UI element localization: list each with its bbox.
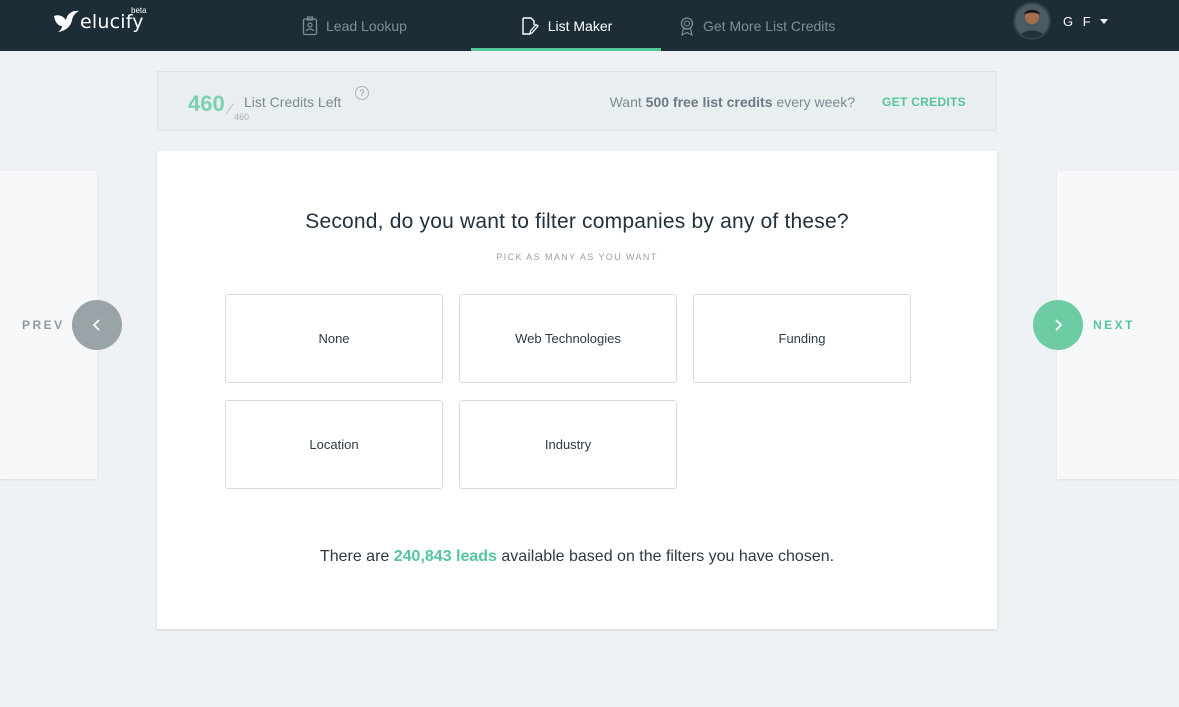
nav-list-maker[interactable]: List Maker (471, 0, 661, 51)
filter-option-industry[interactable]: Industry (459, 400, 677, 489)
active-tab-indicator (471, 48, 661, 51)
beta-badge: beta (131, 6, 147, 15)
promo-highlight: 500 free list credits (645, 94, 773, 110)
nav-lead-lookup-label: Lead Lookup (326, 17, 407, 34)
question-title: Second, do you want to filter companies … (305, 210, 849, 233)
badge-icon (302, 15, 318, 36)
get-credits-link[interactable]: GET CREDITS (882, 95, 966, 109)
next-label[interactable]: NEXT (1093, 318, 1135, 332)
top-nav: elucify beta Lead Lookup List Maker Get … (0, 0, 1179, 51)
nav-list-maker-label: List Maker (547, 17, 613, 34)
filter-option-none[interactable]: None (225, 294, 443, 383)
nav-get-more-list-credits-label: Get More List Credits (703, 17, 836, 34)
question-subtitle: PICK AS MANY AS YOU WANT (496, 252, 658, 262)
bird-logo-icon (54, 10, 79, 33)
prev-label[interactable]: PREV (22, 318, 65, 332)
filter-option-web-technologies[interactable]: Web Technologies (459, 294, 677, 383)
user-menu[interactable]: G F (1013, 2, 1108, 40)
credits-bar: 460 460 List Credits Left ? Want 500 fre… (157, 71, 997, 131)
user-initials: G F (1063, 13, 1094, 29)
chevron-left-icon (92, 319, 100, 331)
award-icon (679, 16, 695, 36)
edit-list-icon (520, 16, 540, 36)
next-button[interactable] (1033, 300, 1083, 350)
chevron-down-icon (1099, 18, 1108, 24)
summary-prefix: There are (319, 548, 390, 565)
summary-suffix: available based on the filters you have … (501, 548, 835, 565)
promo-suffix: every week? (776, 94, 855, 110)
leads-summary: There are 240,843 leads available based … (157, 548, 997, 566)
avatar (1013, 2, 1051, 40)
leads-count: 240,843 leads (393, 548, 497, 565)
elucify-logo[interactable]: elucify beta (52, 6, 147, 38)
promo-text: Want 500 free list credits every week? (610, 94, 855, 110)
credits-divider (226, 103, 234, 114)
credits-total: 460 (234, 112, 250, 122)
credits-left-count: 460 (188, 91, 225, 116)
nav-get-more-list-credits[interactable]: Get More List Credits (679, 0, 835, 51)
filter-question-card: Second, do you want to filter companies … (157, 151, 997, 629)
credits-left-label: List Credits Left (244, 94, 342, 110)
promo-prefix: Want (609, 94, 642, 110)
nav-lead-lookup[interactable]: Lead Lookup (302, 0, 407, 51)
filter-option-location[interactable]: Location (225, 400, 443, 489)
chevron-right-icon (1055, 319, 1063, 331)
filter-option-funding[interactable]: Funding (693, 294, 911, 383)
prev-button[interactable] (72, 300, 122, 350)
help-icon[interactable]: ? (355, 86, 369, 100)
